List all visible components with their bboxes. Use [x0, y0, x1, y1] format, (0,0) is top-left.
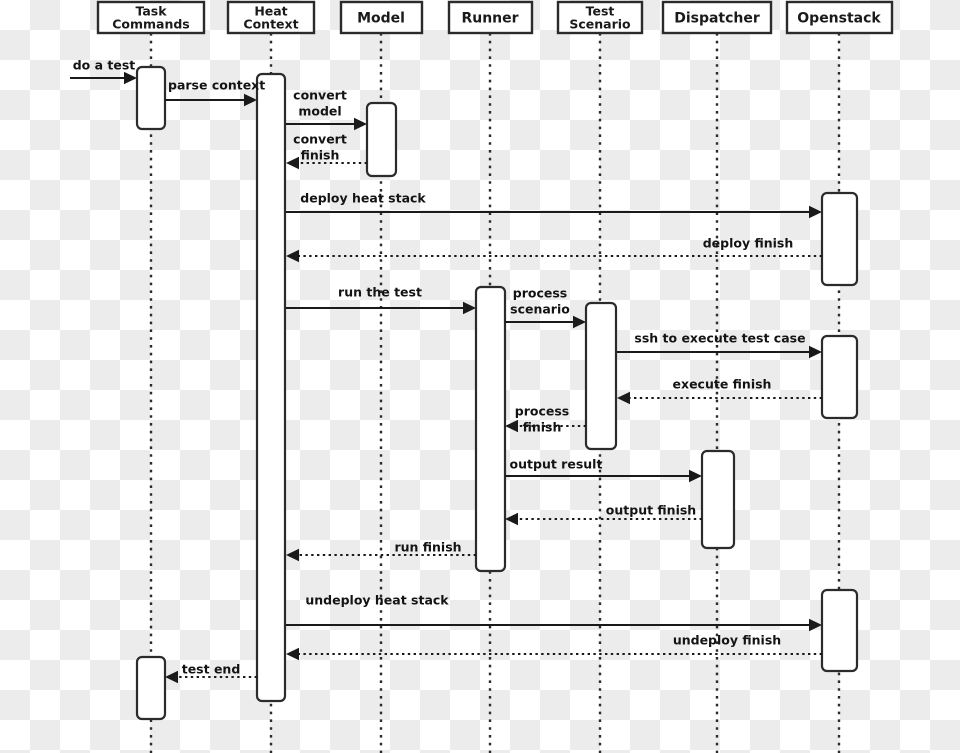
msg-process-finish-arrowhead — [505, 419, 518, 433]
activation-bar-test_scenario — [584, 301, 618, 451]
msg-execute-finish-label: execute finish — [673, 377, 772, 392]
msg-ssh-execute-arrowhead — [809, 345, 822, 359]
msg-undeploy-heat-stack: undeploy heat stack — [286, 593, 822, 632]
msg-deploy-finish-arrowhead — [286, 249, 299, 263]
activation-bar-openstack — [820, 588, 859, 673]
msg-convert-model-label-line1: convert — [293, 88, 347, 103]
msg-parse-context-arrowhead — [244, 93, 257, 107]
msg-run-the-test: run the test — [286, 285, 476, 315]
msg-deploy-heat-stack-label: deploy heat stack — [300, 191, 426, 206]
msg-output-result-arrowhead — [689, 469, 702, 483]
msg-execute-finish-arrowhead — [617, 391, 630, 405]
msg-test-end: test end — [165, 662, 257, 684]
activation-bar-heat_context — [255, 72, 287, 703]
participant-label-heat_context-line2: Context — [243, 17, 298, 32]
activation-bar-dispatcher — [700, 449, 736, 550]
activation-bar-task_commands — [135, 65, 167, 131]
msg-output-finish: output finish — [505, 503, 702, 526]
msg-process-scenario-arrowhead — [573, 315, 586, 329]
msg-process-scenario: processscenario — [505, 286, 586, 329]
msg-process-finish-label-line1: process — [515, 404, 569, 419]
msg-undeploy-finish: undeploy finish — [286, 633, 822, 661]
msg-convert-finish-label-line2: finish — [301, 148, 340, 163]
messages-layer: do a testparse contextconvertmodelconver… — [70, 58, 822, 684]
msg-deploy-finish-label: deploy finish — [703, 236, 794, 251]
msg-run-finish-label: run finish — [394, 540, 461, 555]
msg-do-a-test-arrowhead — [124, 71, 137, 85]
participant-label-task_commands-line2: Commands — [112, 17, 190, 32]
msg-process-scenario-label-line1: process — [513, 286, 567, 301]
participant-label-dispatcher: Dispatcher — [674, 11, 760, 27]
msg-parse-context-label: parse context — [168, 78, 265, 93]
msg-run-the-test-label: run the test — [338, 285, 422, 300]
activation-bar-openstack — [820, 191, 859, 287]
participant-label-model: Model — [357, 11, 405, 27]
msg-do-a-test-label: do a test — [73, 58, 136, 73]
msg-undeploy-finish-arrowhead — [286, 647, 299, 661]
activation-bar-openstack — [820, 334, 859, 420]
msg-deploy-heat-stack-arrowhead — [809, 205, 822, 219]
sequence-diagram-canvas: do a test parse context convert model conver… — [0, 0, 960, 753]
msg-convert-model-arrowhead — [354, 117, 367, 131]
msg-test-end-arrowhead — [165, 670, 178, 684]
msg-undeploy-heat-stack-label: undeploy heat stack — [305, 593, 449, 608]
activation-bar-runner — [474, 285, 507, 573]
participant-heads-layer: TaskCommands HeatContext Model Runner TestSc… — [96, 0, 894, 35]
msg-process-scenario-label-line2: scenario — [510, 302, 570, 317]
msg-convert-model: convertmodel — [286, 88, 367, 131]
msg-output-result: output result — [505, 457, 702, 483]
msg-ssh-execute: ssh to execute test case — [617, 331, 822, 359]
msg-output-result-label: output result — [510, 457, 603, 472]
participant-head-dispatcher[interactable]: Dispatcher — [661, 0, 773, 35]
participant-head-task_commands[interactable]: TaskCommands — [96, 0, 206, 35]
activation-bar-task_commands — [135, 655, 167, 721]
msg-run-finish-arrowhead — [286, 548, 299, 562]
msg-deploy-finish: deploy finish — [286, 236, 822, 263]
msg-test-end-label: test end — [182, 662, 241, 677]
activation-bar-model — [365, 101, 398, 178]
participant-label-openstack: Openstack — [797, 11, 881, 27]
msg-convert-model-label-line2: model — [298, 104, 341, 119]
msg-execute-finish: execute finish — [617, 377, 822, 405]
participant-label-test_scenario-line2: Scenario — [569, 17, 631, 32]
msg-convert-finish: convertfinish — [286, 132, 367, 170]
msg-run-the-test-arrowhead — [463, 301, 476, 315]
msg-process-finish-label-line2: finish — [523, 420, 562, 435]
sequence-diagram-svg: do a testparse contextconvertmodelconver… — [70, 0, 894, 753]
msg-ssh-execute-label: ssh to execute test case — [634, 331, 805, 346]
msg-process-finish: processfinish — [505, 404, 586, 435]
participant-head-runner[interactable]: Runner — [447, 0, 534, 35]
msg-convert-finish-arrowhead — [286, 156, 299, 170]
msg-undeploy-finish-label: undeploy finish — [673, 633, 781, 648]
activations-layer — [135, 65, 859, 721]
participant-head-heat_context[interactable]: HeatContext — [226, 0, 316, 35]
msg-parse-context: parse context — [165, 78, 265, 107]
participant-label-runner: Runner — [461, 11, 518, 27]
participant-head-openstack[interactable]: Openstack — [785, 0, 894, 35]
participant-head-test_scenario[interactable]: TestScenario — [556, 0, 644, 35]
msg-output-finish-label: output finish — [606, 503, 696, 518]
msg-output-finish-arrowhead — [505, 512, 518, 526]
participant-head-model[interactable]: Model — [339, 0, 424, 35]
msg-convert-finish-label-line1: convert — [293, 132, 347, 147]
msg-deploy-heat-stack: deploy heat stack — [286, 191, 822, 219]
msg-undeploy-heat-stack-arrowhead — [809, 618, 822, 632]
msg-do-a-test: do a test — [70, 58, 137, 85]
